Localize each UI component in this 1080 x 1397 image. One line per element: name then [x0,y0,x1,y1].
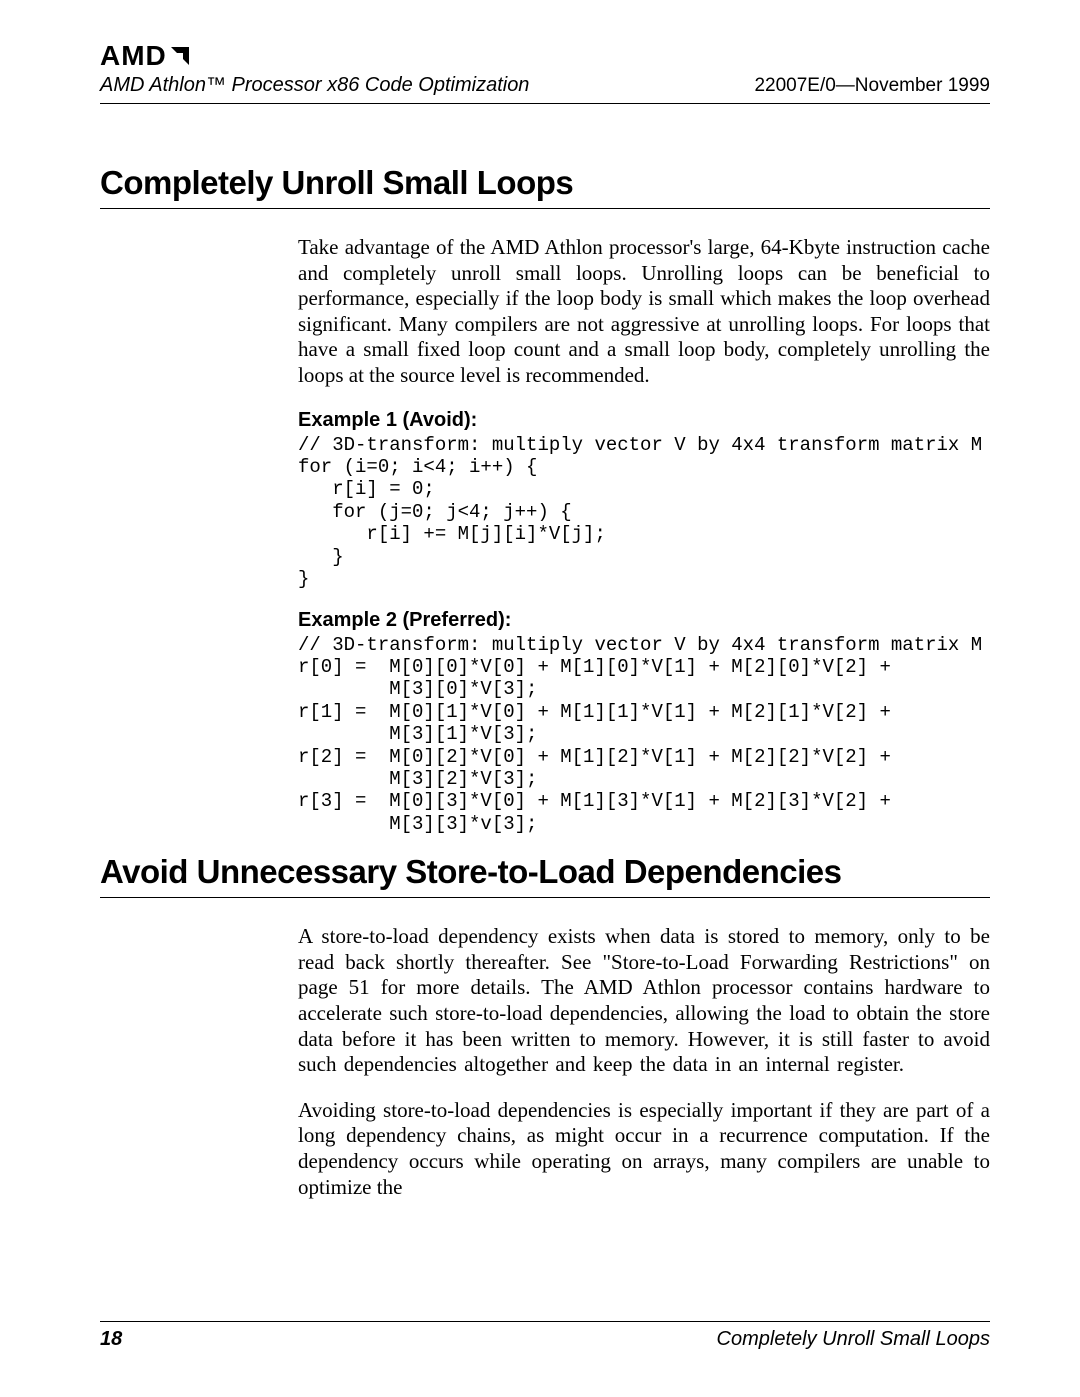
section-body-unroll: Take advantage of the AMD Athlon process… [298,235,990,835]
doc-title: AMD Athlon™ Processor x86 Code Optimizat… [100,74,529,97]
page-header: AMD Athlon™ Processor x86 Code Optimizat… [100,74,990,104]
amd-logo: AMD [100,40,990,72]
example1-title: Example 1 (Avoid): [298,409,990,432]
section2-paragraph2: Avoiding store-to-load dependencies is e… [298,1098,990,1200]
page: AMD AMD Athlon™ Processor x86 Code Optim… [0,0,1080,1397]
page-number: 18 [100,1328,122,1351]
page-footer: 18 Completely Unroll Small Loops [100,1321,990,1351]
section-body-store-to-load: A store-to-load dependency exists when d… [298,924,990,1200]
example2-code: // 3D-transform: multiply vector V by 4x… [298,634,990,836]
example2-title: Example 2 (Preferred): [298,609,990,632]
doc-id: 22007E/0—November 1999 [754,75,990,97]
amd-arrow-icon [169,40,189,60]
section-heading-store-to-load: Avoid Unnecessary Store-to-Load Dependen… [100,853,990,898]
logo-text: AMD [100,40,167,71]
example1-code: // 3D-transform: multiply vector V by 4x… [298,434,990,591]
footer-running-title: Completely Unroll Small Loops [717,1328,990,1351]
section2-paragraph1: A store-to-load dependency exists when d… [298,924,990,1078]
section-heading-unroll: Completely Unroll Small Loops [100,164,990,209]
section1-paragraph: Take advantage of the AMD Athlon process… [298,235,990,389]
